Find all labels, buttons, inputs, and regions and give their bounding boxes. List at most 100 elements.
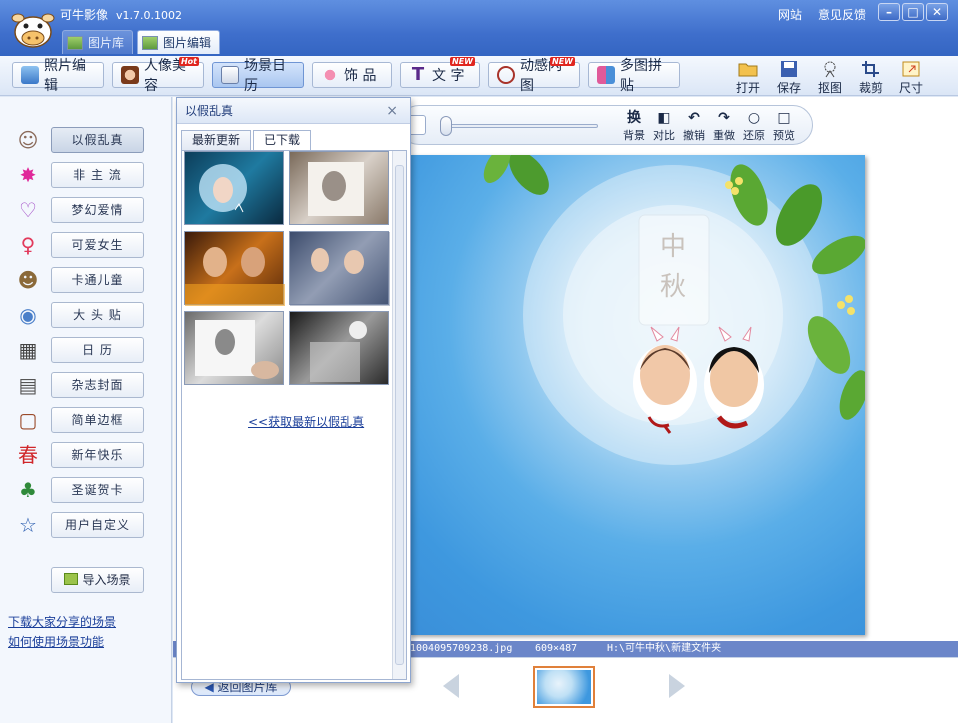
template-drawing-hand bbox=[195, 320, 279, 379]
scene-sidebar: 导入场景 下载大家分享的场景 如何使用场景功能 ☺ 以假乱真 ✸ 非 主 流 ♡ 梦幻爱情… bbox=[0, 97, 172, 723]
button-label: 文 字 bbox=[432, 68, 465, 84]
calendar-icon bbox=[221, 66, 239, 84]
scene-template-panel: 以假乱真 × 最新更新 已下载 <<获取最新以假乱真 bbox=[176, 97, 411, 683]
subtool-1[interactable]: 换背景 bbox=[620, 109, 648, 143]
template-thumbnail[interactable] bbox=[184, 231, 285, 306]
subtool-label: 背景 bbox=[623, 129, 645, 142]
subtool-3[interactable]: ↶ 撤销 bbox=[680, 109, 708, 143]
zoom-slider-knob[interactable] bbox=[440, 116, 452, 136]
collage-button[interactable]: 多图拼贴 bbox=[588, 58, 680, 94]
tab-photo-library[interactable]: 图片库 bbox=[62, 30, 134, 54]
resize-icon bbox=[902, 61, 920, 77]
download-shared-scenes-link[interactable]: 下载大家分享的场景 bbox=[8, 613, 116, 630]
photo-edit-icon bbox=[21, 66, 39, 84]
app-title: 可牛影像 v1.7.0.1002 bbox=[60, 6, 182, 23]
status-dimensions: 609×487 bbox=[535, 643, 578, 654]
subtool-6[interactable]: □ 预览 bbox=[770, 109, 798, 143]
previous-image-button[interactable] bbox=[443, 674, 459, 698]
scene-category-9[interactable]: ▢ 简单边框 bbox=[14, 407, 154, 433]
scene-category-label[interactable]: 可爱女生 bbox=[51, 232, 144, 258]
scene-category-4[interactable]: ♀ 可爱女生 bbox=[14, 232, 154, 258]
tab-latest-updates[interactable]: 最新更新 bbox=[181, 130, 252, 150]
scene-category-label[interactable]: 日 历 bbox=[51, 337, 144, 363]
tool-label: 抠图 bbox=[817, 81, 842, 95]
photo-edit-icon bbox=[142, 35, 159, 50]
scene-category-6[interactable]: ◉ 大 头 贴 bbox=[14, 302, 154, 328]
tab-photo-edit[interactable]: 图片编辑 bbox=[137, 30, 221, 54]
crop-button[interactable]: 裁剪 bbox=[851, 58, 891, 95]
template-thumbnail[interactable] bbox=[289, 311, 389, 385]
scene-category-11[interactable]: ♣ 圣诞贺卡 bbox=[14, 477, 154, 503]
close-button[interactable]: ✕ bbox=[926, 3, 948, 21]
mid-autumn-scene: 中 秋 bbox=[483, 155, 865, 465]
flash-animation-button[interactable]: 动感闪图 NEW bbox=[488, 57, 580, 94]
maximize-button[interactable]: □ bbox=[902, 3, 924, 21]
canvas-char-2: 秋 bbox=[660, 272, 686, 302]
subtool-5[interactable]: ○ 还原 bbox=[740, 109, 768, 143]
template-movie-poster bbox=[185, 247, 285, 306]
scene-category-5[interactable]: ☻ 卡通儿童 bbox=[14, 267, 154, 293]
cutout-icon bbox=[824, 61, 836, 78]
panel-title-text: 以假乱真 bbox=[185, 104, 234, 118]
website-link[interactable]: 网站 bbox=[778, 8, 802, 22]
heart-icon: ♡ bbox=[19, 198, 37, 222]
subtool-2[interactable]: ◧ 对比 bbox=[650, 109, 678, 143]
scene-category-label[interactable]: 大 头 贴 bbox=[51, 302, 144, 328]
button-label: 多图拼贴 bbox=[620, 58, 662, 94]
open-button[interactable]: 打开 bbox=[728, 58, 768, 95]
scrollbar-thumb[interactable] bbox=[395, 165, 404, 665]
magazine-icon: ▤ bbox=[18, 373, 38, 397]
flash-icon bbox=[497, 66, 515, 84]
scene-category-7[interactable]: ▦ 日 历 bbox=[14, 337, 154, 363]
canvas-char-1: 中 bbox=[660, 232, 686, 262]
panel-close-icon[interactable]: × bbox=[386, 98, 398, 124]
subtool-4[interactable]: ↷ 重做 bbox=[710, 109, 738, 143]
button-label: 照片编辑 bbox=[44, 58, 86, 94]
subtool-label: 撤销 bbox=[683, 129, 705, 142]
portrait-beauty-button[interactable]: 人像美容 Hot bbox=[112, 57, 204, 94]
text-button[interactable]: T 文 字 NEW bbox=[400, 57, 480, 88]
scene-calendar-button[interactable]: 场景日历 bbox=[212, 58, 304, 94]
scene-category-label[interactable]: 新年快乐 bbox=[51, 442, 144, 468]
tab-downloaded[interactable]: 已下载 bbox=[253, 130, 312, 150]
scene-category-label[interactable]: 以假乱真 bbox=[51, 127, 144, 153]
scene-category-3[interactable]: ♡ 梦幻爱情 bbox=[14, 197, 154, 223]
app-name: 可牛影像 bbox=[60, 8, 109, 22]
scene-category-12[interactable]: ☆ 用户自定义 bbox=[14, 512, 154, 538]
scene-category-label[interactable]: 圣诞贺卡 bbox=[51, 477, 144, 503]
feedback-link[interactable]: 意见反馈 bbox=[818, 8, 866, 22]
scene-canvas[interactable]: 中 秋 bbox=[409, 155, 865, 635]
collage-icon bbox=[597, 66, 615, 84]
template-thumbnail[interactable] bbox=[289, 231, 390, 306]
scene-category-label[interactable]: 梦幻爱情 bbox=[51, 197, 144, 223]
scene-category-label[interactable]: 简单边框 bbox=[51, 407, 144, 433]
calendar-18-icon: ▦ bbox=[18, 338, 38, 362]
scene-category-10[interactable]: 春新年快乐 bbox=[14, 442, 154, 468]
template-thumbnail[interactable] bbox=[184, 151, 284, 225]
import-scene-button[interactable]: 导入场景 bbox=[51, 567, 144, 593]
next-image-button[interactable] bbox=[669, 674, 685, 698]
scene-category-label[interactable]: 杂志封面 bbox=[51, 372, 144, 398]
xmas-tree-icon: ♣ bbox=[19, 478, 37, 502]
zoom-slider-track[interactable] bbox=[448, 124, 598, 128]
photo-edit-button[interactable]: 照片编辑 bbox=[12, 58, 104, 94]
new-badge: NEW bbox=[450, 57, 475, 66]
subtool-label: 还原 bbox=[743, 129, 765, 142]
cutout-button[interactable]: 抠图 bbox=[810, 58, 850, 95]
scene-category-label[interactable]: 非 主 流 bbox=[51, 162, 144, 188]
resize-button[interactable]: 尺寸 bbox=[891, 58, 931, 95]
get-latest-templates-link[interactable]: <<获取最新以假乱真 bbox=[248, 413, 364, 430]
how-to-use-scenes-link[interactable]: 如何使用场景功能 bbox=[8, 633, 104, 650]
accessories-button[interactable]: 饰 品 bbox=[312, 62, 392, 88]
scene-category-label[interactable]: 用户自定义 bbox=[51, 512, 144, 538]
minimize-button[interactable]: – bbox=[878, 3, 900, 21]
scene-category-2[interactable]: ✸ 非 主 流 bbox=[14, 162, 154, 188]
current-image-thumbnail[interactable] bbox=[533, 666, 595, 708]
scene-category-8[interactable]: ▤ 杂志封面 bbox=[14, 372, 154, 398]
panel-scrollbar[interactable] bbox=[392, 151, 406, 679]
scene-category-label[interactable]: 卡通儿童 bbox=[51, 267, 144, 293]
template-thumbnail[interactable] bbox=[184, 311, 284, 385]
template-thumbnail[interactable] bbox=[289, 151, 389, 225]
save-button[interactable]: 保存 bbox=[769, 58, 809, 95]
scene-category-1[interactable]: ☺ 以假乱真 bbox=[14, 127, 154, 153]
